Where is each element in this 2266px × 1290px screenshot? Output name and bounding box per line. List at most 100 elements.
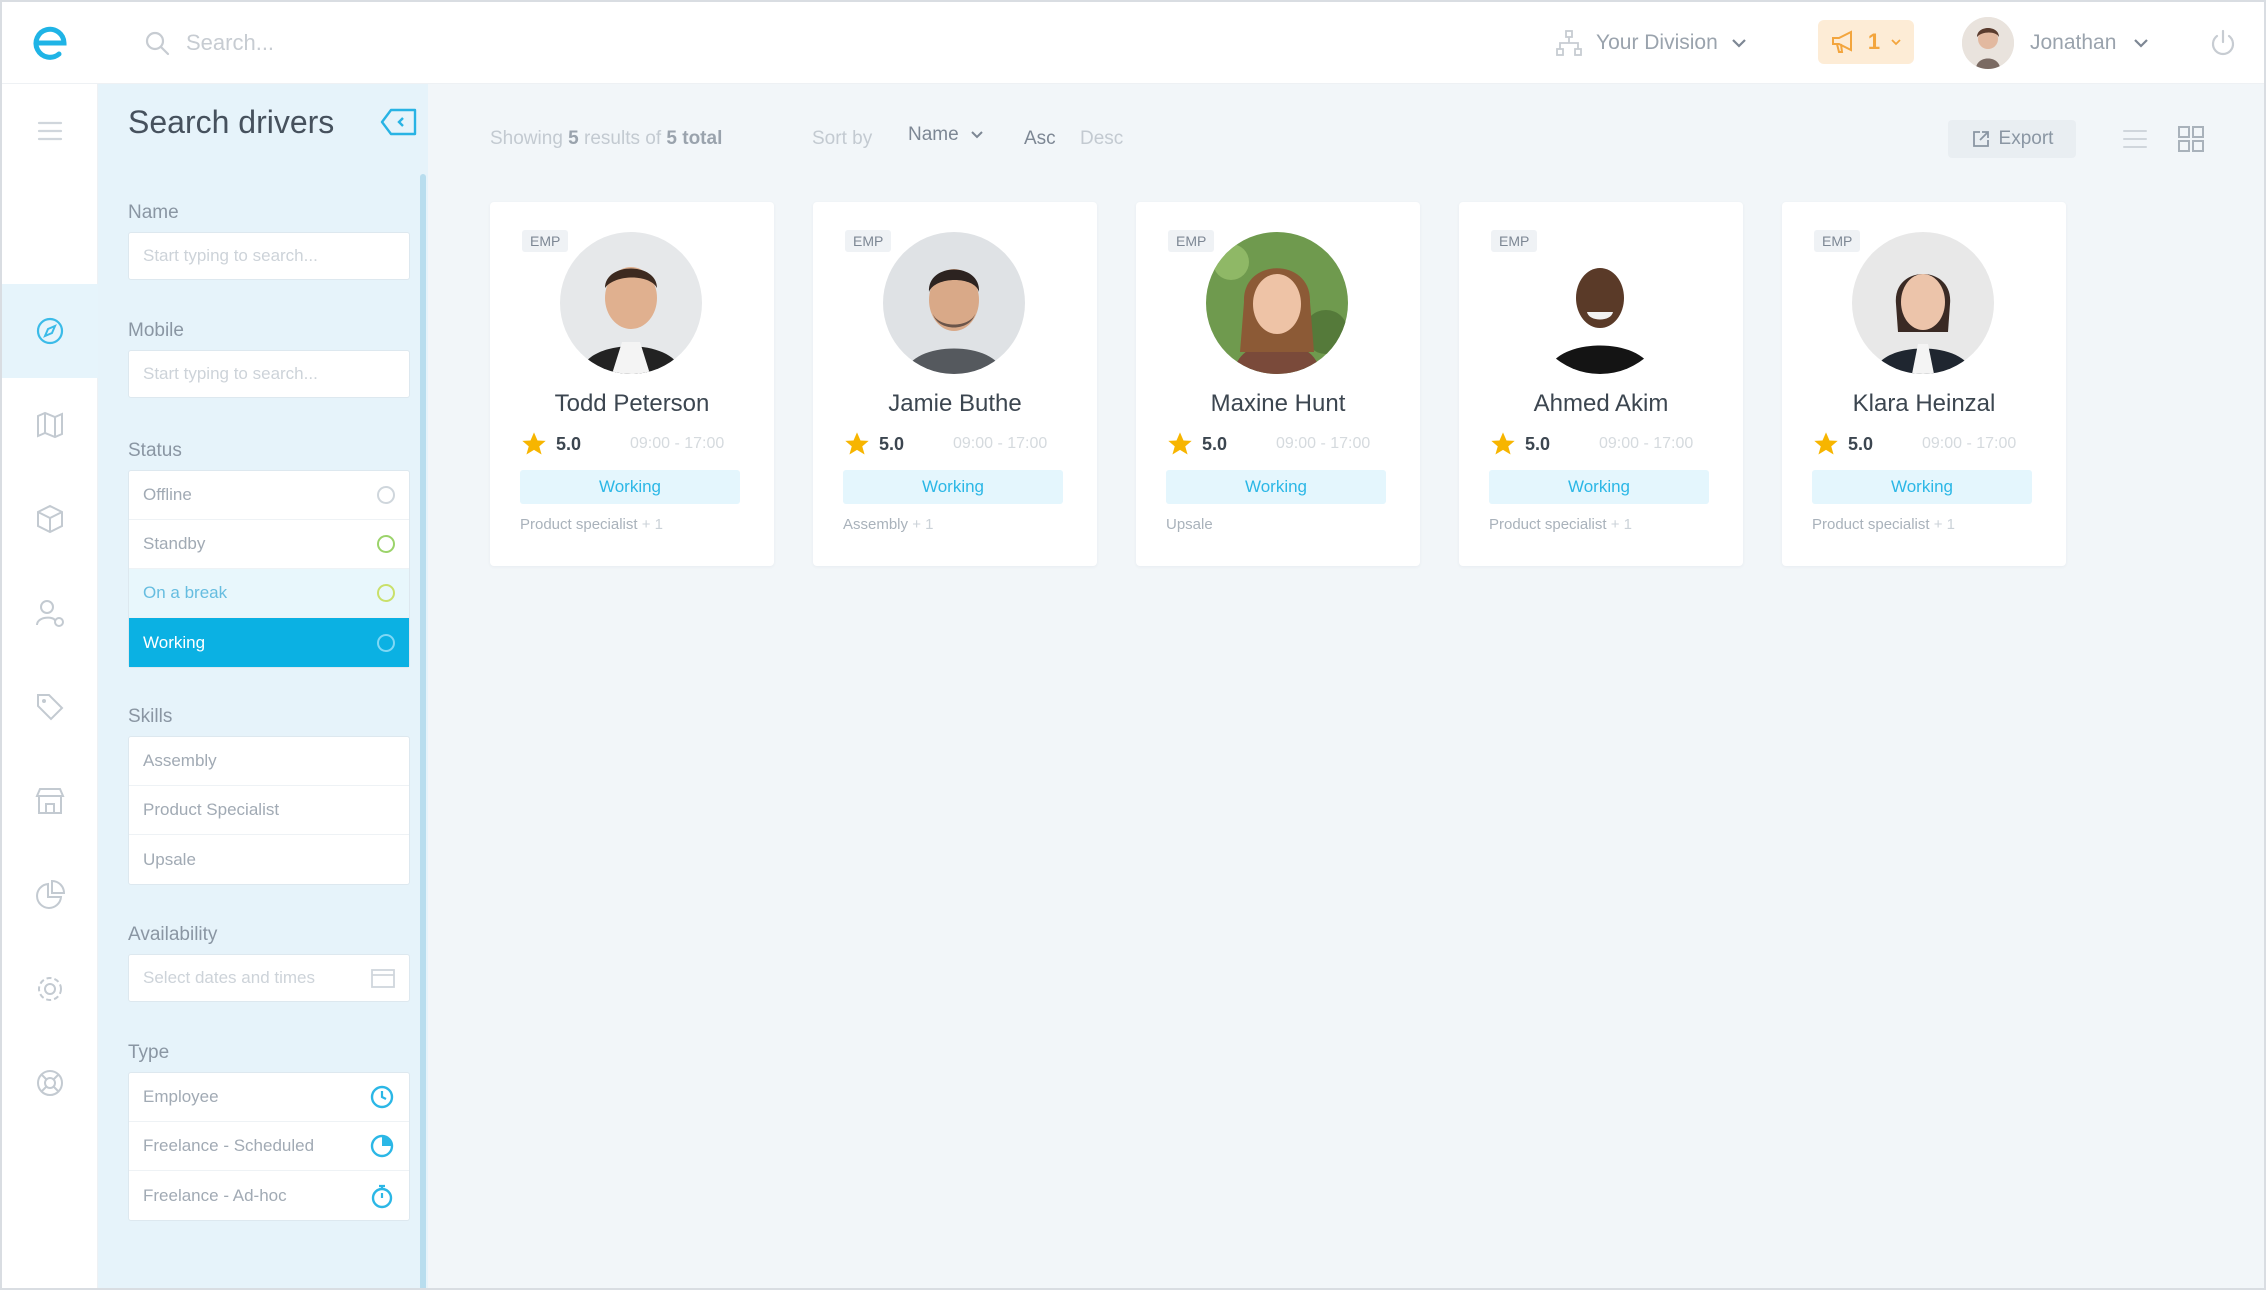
star-icon: [522, 432, 546, 455]
sort-desc-button[interactable]: Desc: [1080, 128, 1123, 150]
compass-icon: [36, 317, 64, 345]
driver-card[interactable]: EMP Klara Heinzal 5.0 09:00 - 17:00 Work…: [1782, 202, 2066, 566]
calendar-icon[interactable]: [370, 967, 396, 989]
nav-item-reports[interactable]: [2, 848, 98, 942]
driver-skills: Product specialist + 1: [1489, 516, 1633, 533]
driver-skills: Assembly + 1: [843, 516, 934, 533]
grid-view-icon[interactable]: [2174, 122, 2208, 156]
alerts-button[interactable]: 1: [1818, 20, 1914, 64]
driver-skills: Product specialist + 1: [1812, 516, 1956, 533]
employee-badge: EMP: [522, 230, 569, 252]
nav-menu-toggle[interactable]: [2, 84, 98, 178]
employee-badge: EMP: [1168, 230, 1215, 252]
nav-item-settings[interactable]: [2, 942, 98, 1036]
status-badge: Working: [1489, 470, 1709, 504]
logout-button[interactable]: [2204, 24, 2242, 62]
global-search-input[interactable]: [186, 30, 626, 56]
nav-item-packages[interactable]: [2, 472, 98, 566]
driver-skills: Upsale: [1166, 516, 1213, 533]
driver-rating: 5.0: [1166, 430, 1227, 458]
driver-rating: 5.0: [843, 430, 904, 458]
chevron-down-icon: [1891, 39, 1901, 46]
driver-photo: [1206, 232, 1348, 374]
logo-e-icon: [33, 26, 67, 60]
status-option-standby[interactable]: Standby: [129, 520, 409, 569]
sort-value: Name: [908, 124, 959, 145]
status-filter-list: Offline Standby On a break Working: [128, 470, 410, 668]
filter-panel-scrollbar[interactable]: [420, 174, 426, 1288]
driver-shift: 09:00 - 17:00: [1599, 435, 1694, 452]
nav-item-tags[interactable]: [2, 660, 98, 754]
lifebuoy-icon: [37, 1070, 63, 1096]
driver-card[interactable]: EMP Jamie Buthe 5.0 09:00 - 17:00 Workin…: [813, 202, 1097, 566]
user-settings-icon: [36, 600, 64, 627]
driver-shift: 09:00 - 17:00: [630, 435, 725, 452]
status-ring-icon: [377, 486, 395, 504]
type-option-freelance-scheduled[interactable]: Freelance - Scheduled: [129, 1122, 409, 1171]
sort-asc-button[interactable]: Asc: [1024, 128, 1056, 150]
results-summary: Showing 5 results of 5 total: [490, 128, 723, 149]
box-icon: [37, 504, 63, 534]
sort-select[interactable]: Name: [908, 124, 985, 146]
employee-badge: EMP: [845, 230, 892, 252]
division-selector[interactable]: Your Division: [1554, 20, 1748, 66]
nav-item-map[interactable]: [2, 378, 98, 472]
employee-badge: EMP: [1491, 230, 1538, 252]
name-filter-input[interactable]: [128, 232, 410, 280]
status-ring-icon: [377, 584, 395, 602]
collapse-panel-button[interactable]: [378, 104, 420, 140]
star-icon: [1814, 432, 1838, 455]
driver-shift: 09:00 - 17:00: [953, 435, 1048, 452]
user-menu[interactable]: Jonathan: [1962, 14, 2150, 72]
sort-label: Sort by: [812, 128, 873, 149]
name-label: Name: [128, 202, 179, 223]
map-icon: [37, 411, 63, 439]
mobile-filter-input[interactable]: [128, 350, 410, 398]
status-option-on-a-break[interactable]: On a break: [129, 569, 409, 618]
star-icon: [845, 432, 869, 455]
stopwatch-icon: [371, 1184, 393, 1208]
nav-item-dispatch[interactable]: [2, 284, 98, 378]
search-icon: [145, 31, 170, 56]
type-option-freelance-adhoc[interactable]: Freelance - Ad-hoc: [129, 1171, 409, 1220]
status-badge: Working: [843, 470, 1063, 504]
driver-rating: 5.0: [1489, 430, 1550, 458]
app-window: Your Division 1: [0, 0, 2266, 1290]
panel-title: Search drivers: [128, 104, 335, 140]
status-option-working[interactable]: Working: [129, 618, 409, 667]
skill-option-product-specialist[interactable]: Product Specialist: [129, 786, 409, 835]
availability-label: Availability: [128, 924, 218, 945]
list-view-icon[interactable]: [2118, 122, 2152, 156]
half-clock-icon: [370, 1134, 394, 1158]
availability-input[interactable]: [128, 954, 410, 1002]
driver-results: Showing 5 results of 5 total Sort by Nam…: [428, 84, 2264, 1288]
alerts-count: 1: [1867, 29, 1881, 54]
skills-filter-list: Assembly Product Specialist Upsale: [128, 736, 410, 885]
driver-card[interactable]: EMP Todd Peterson 5.0 09:00 - 17:00 Work…: [490, 202, 774, 566]
availability-picker: [128, 954, 410, 1002]
driver-card[interactable]: EMP Ahmed Akim 5.0 09:00 - 17:00 Working…: [1459, 202, 1743, 566]
driver-card[interactable]: EMP Maxine Hunt 5.0 09:00 - 17:00 Workin…: [1136, 202, 1420, 566]
global-search: [142, 18, 662, 68]
skill-option-upsale[interactable]: Upsale: [129, 835, 409, 884]
export-button[interactable]: Export: [1948, 120, 2076, 158]
nav-item-support[interactable]: [2, 1036, 98, 1130]
nav-item-drivers[interactable]: [2, 566, 98, 660]
driver-shift: 09:00 - 17:00: [1276, 435, 1371, 452]
status-ring-icon: [377, 535, 395, 553]
driver-rating: 5.0: [520, 430, 581, 458]
power-icon: [2211, 29, 2235, 56]
app-logo[interactable]: [24, 14, 76, 72]
gear-icon: [38, 977, 62, 1001]
type-option-employee[interactable]: Employee: [129, 1073, 409, 1122]
driver-photo: [883, 232, 1025, 374]
nav-item-stores[interactable]: [2, 754, 98, 848]
skill-option-assembly[interactable]: Assembly: [129, 737, 409, 786]
driver-name: Klara Heinzal: [1852, 390, 1996, 417]
mobile-label: Mobile: [128, 320, 184, 341]
type-filter-list: Employee Freelance - Scheduled Freelance…: [128, 1072, 410, 1221]
status-badge: Working: [1812, 470, 2032, 504]
status-option-offline[interactable]: Offline: [129, 471, 409, 520]
driver-photo: [1529, 232, 1671, 374]
status-badge: Working: [1166, 470, 1386, 504]
